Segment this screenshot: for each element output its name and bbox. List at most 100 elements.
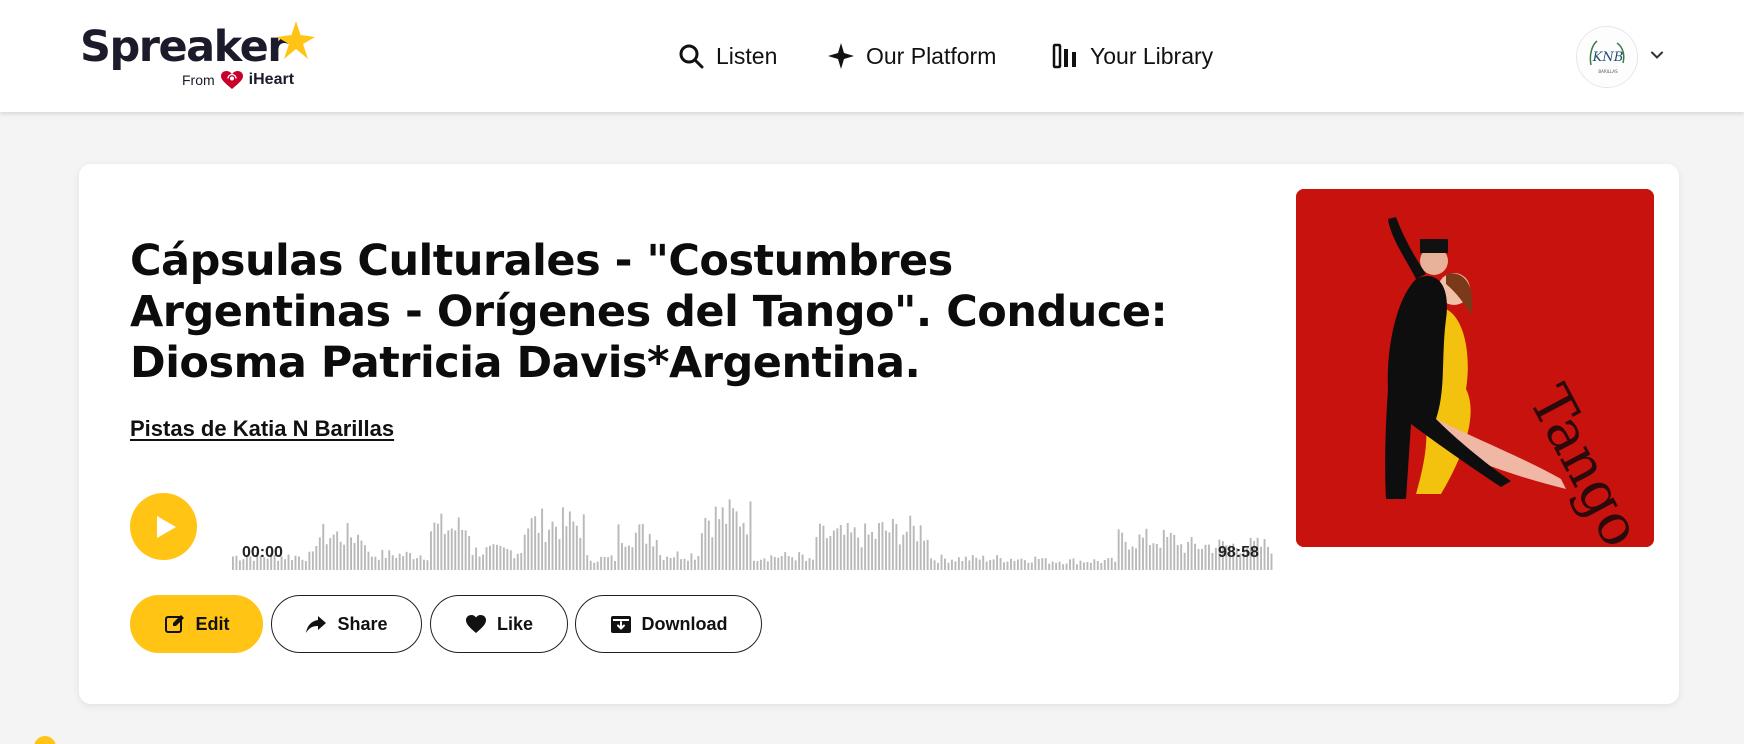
- waveform-bar: [1201, 548, 1203, 570]
- episode-cover-art: Tango: [1296, 189, 1654, 547]
- waveform-bar: [846, 523, 849, 570]
- waveform-bar: [596, 561, 599, 570]
- waveform-bar: [1121, 532, 1124, 570]
- author-link[interactable]: Pistas de Katia N Barillas: [130, 416, 394, 442]
- waveform-bar: [666, 556, 669, 570]
- edit-button[interactable]: Edit: [130, 595, 263, 653]
- waveform-bar: [1096, 560, 1099, 570]
- waveform-bar: [555, 526, 557, 570]
- waveform-bar: [304, 561, 307, 570]
- waveform-bar: [884, 530, 887, 570]
- waveform-bar: [1107, 558, 1110, 570]
- nav-listen[interactable]: Listen: [678, 38, 777, 74]
- nav-your-library[interactable]: Your Library: [1052, 38, 1213, 74]
- waveform-bar: [336, 531, 339, 570]
- play-button[interactable]: [130, 493, 197, 560]
- waveform-bar: [454, 530, 457, 570]
- waveform-bar: [1214, 547, 1217, 570]
- waveform-bar: [687, 560, 689, 570]
- waveform-bar: [794, 560, 797, 570]
- waveform-bar: [627, 545, 630, 570]
- waveform-bar: [402, 556, 405, 570]
- sparkle-star-icon: [828, 43, 854, 69]
- waveform-bar: [1155, 543, 1158, 570]
- waveform-bar: [631, 547, 634, 570]
- waveform-bar: [780, 555, 783, 570]
- download-button[interactable]: Download: [575, 595, 762, 653]
- waveform-bar: [721, 507, 724, 570]
- waveform-bar: [985, 561, 988, 570]
- waveform-bar: [1145, 528, 1148, 570]
- waveform-bar: [398, 553, 401, 570]
- waveform-bar: [1152, 543, 1155, 570]
- waveform-bar: [1173, 534, 1176, 570]
- waveform-bar: [1114, 561, 1117, 570]
- waveform-bar: [805, 560, 808, 570]
- waveform-bar: [829, 536, 832, 570]
- waveform-bar: [1006, 561, 1009, 570]
- waveform-bar: [1208, 544, 1210, 570]
- nav-our-platform[interactable]: Our Platform: [828, 38, 996, 74]
- svg-text:KNB: KNB: [1592, 50, 1624, 65]
- waveform-bar: [322, 523, 325, 570]
- waveform-bar: [551, 521, 554, 570]
- waveform-bar: [937, 562, 939, 570]
- waveform-bar: [1034, 556, 1037, 570]
- waveform-bar: [527, 528, 530, 570]
- user-avatar[interactable]: KNB BARILLAS: [1576, 26, 1638, 88]
- waveform-bar: [450, 528, 453, 570]
- waveform-bar: [992, 559, 995, 570]
- waveform-bar: [1003, 562, 1005, 570]
- waveform-bar: [756, 560, 759, 570]
- waveform-bar: [718, 519, 721, 570]
- chevron-down-icon[interactable]: [1648, 46, 1666, 64]
- waveform-bar: [746, 534, 748, 570]
- waveform-bar: [1037, 559, 1040, 570]
- waveform-bar: [482, 554, 484, 570]
- waveform-bar: [235, 555, 238, 570]
- waveform-scrubber[interactable]: [232, 486, 1274, 570]
- waveform-bar: [999, 558, 1002, 570]
- waveform-bar: [374, 556, 377, 570]
- waveform-bar: [294, 555, 297, 570]
- waveform-bar: [329, 538, 332, 570]
- waveform-bar: [836, 528, 839, 570]
- waveform-bar: [878, 523, 880, 570]
- share-arrow-icon: [306, 616, 327, 633]
- waveform-bar: [593, 562, 596, 570]
- waveform-bar: [1124, 541, 1127, 570]
- waveform-bar: [957, 557, 960, 570]
- waveform-bar: [763, 558, 766, 570]
- share-button[interactable]: Share: [271, 595, 422, 653]
- spreaker-logo[interactable]: Spreaker From iHeart: [80, 20, 320, 94]
- waveform-bar: [395, 557, 398, 570]
- waveform-bar: [440, 513, 443, 570]
- waveform-bar: [1117, 529, 1120, 570]
- waveform-bar: [287, 554, 290, 570]
- waveform-bar: [457, 517, 460, 570]
- waveform-bar: [541, 508, 544, 570]
- waveform-bar: [1270, 553, 1273, 570]
- waveform-bar: [739, 526, 742, 570]
- avatar-logo-icon: KNB BARILLAS: [1578, 28, 1637, 87]
- waveform-bar: [989, 560, 992, 570]
- waveform-bar: [1048, 563, 1051, 570]
- waveform-bar: [464, 530, 467, 570]
- waveform-bar: [1013, 560, 1016, 570]
- waveform-bar: [648, 533, 651, 570]
- waveform-bar: [1089, 562, 1092, 570]
- waveform-bar: [586, 555, 589, 570]
- waveform-bar: [749, 501, 752, 570]
- waveform-bar: [673, 557, 676, 570]
- edit-label: Edit: [195, 613, 230, 634]
- waveform-bar: [443, 534, 446, 570]
- waveform-bar: [1072, 558, 1075, 570]
- waveform-bar: [429, 531, 432, 570]
- waveform-bar: [1110, 557, 1113, 570]
- waveform-bar: [874, 538, 877, 570]
- waveform-bar: [357, 534, 359, 570]
- share-label: Share: [337, 613, 388, 634]
- waveform-bar: [475, 547, 478, 570]
- like-button[interactable]: Like: [430, 595, 568, 653]
- waveform-bar: [315, 546, 318, 570]
